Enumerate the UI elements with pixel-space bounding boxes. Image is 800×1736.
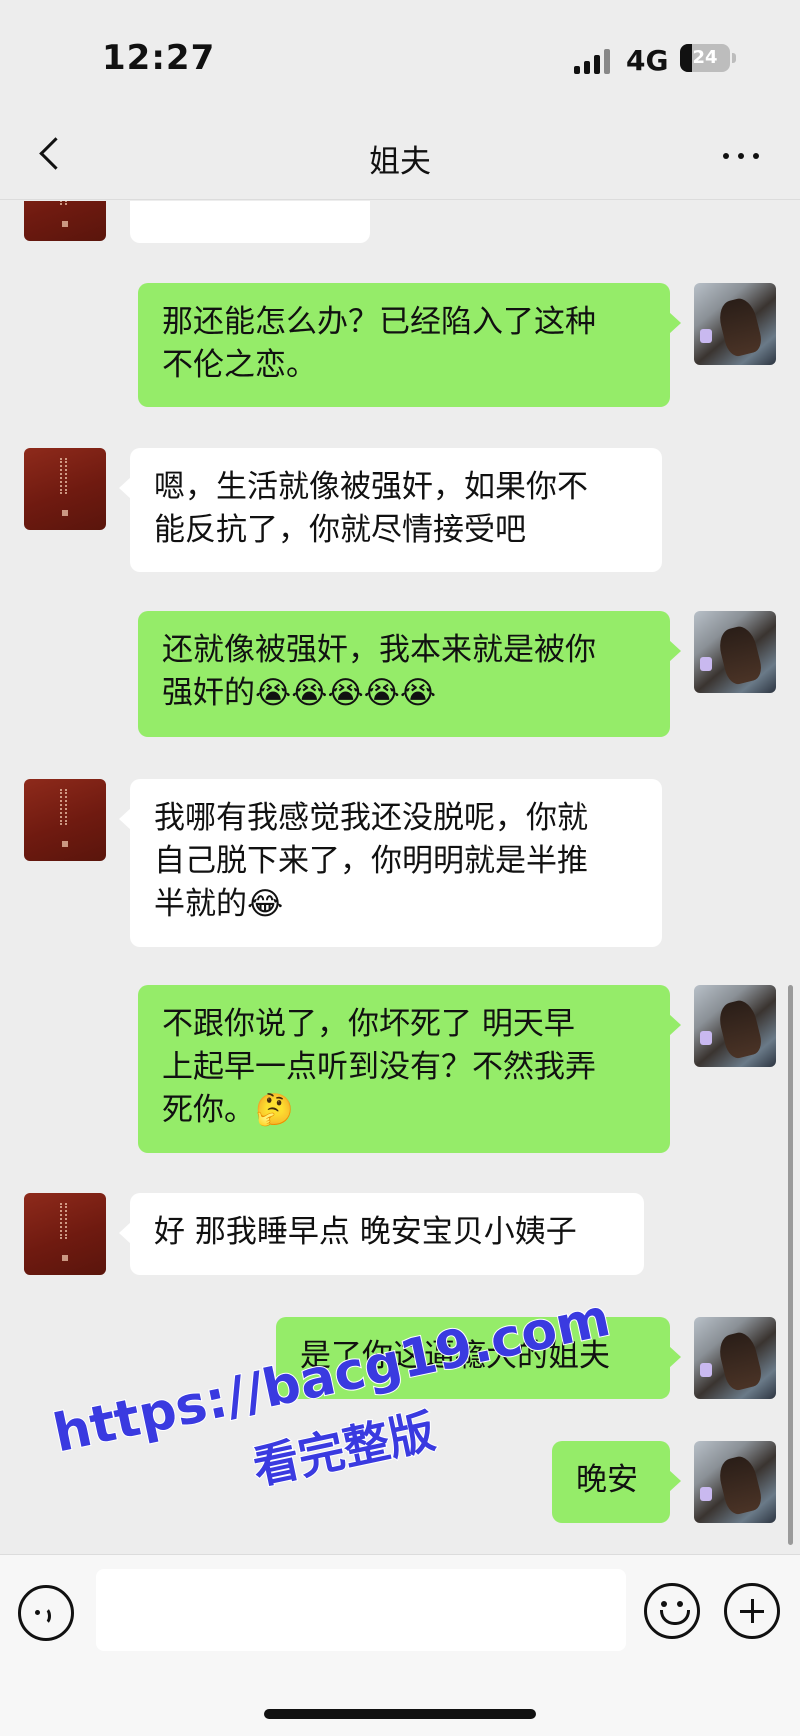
plus-icon[interactable] xyxy=(724,1583,780,1639)
incoming-message[interactable]: 我哪有我感觉我还没脱呢，你就 自己脱下来了，你明明就是半推 半就的😂 xyxy=(119,779,662,947)
incoming-message[interactable]: 嘻嘻，是吗？ xyxy=(130,201,370,243)
voice-icon[interactable] xyxy=(18,1585,74,1641)
contact-avatar[interactable] xyxy=(24,448,106,530)
incoming-message[interactable]: 好 那我睡早点 晚安宝贝小姨子 xyxy=(119,1193,644,1275)
incoming-message[interactable]: 嗯，生活就像被强奸，如果你不 能反抗了，你就尽情接受吧 xyxy=(119,448,662,572)
status-bar: 12:27 4G 24 xyxy=(0,0,800,110)
my-avatar[interactable] xyxy=(694,611,776,693)
signal-icon xyxy=(574,48,614,74)
contact-avatar[interactable] xyxy=(24,779,106,861)
my-avatar[interactable] xyxy=(694,1441,776,1523)
contact-avatar[interactable] xyxy=(24,201,106,241)
outgoing-message[interactable]: 不跟你说了，你坏死了 明天早 上起早一点听到没有？不然我弄 死你。🤔 xyxy=(138,985,681,1153)
outgoing-message[interactable]: 晚安 xyxy=(552,1441,681,1523)
input-bar xyxy=(0,1554,800,1736)
battery-level: 24 xyxy=(692,47,718,68)
nav-bar: 姐夫 xyxy=(0,110,800,200)
chat-area[interactable]: 嘻嘻，是吗？ 那还能怎么办？已经陷入了这种 不伦之恋。 嗯，生活就像被强奸，如果… xyxy=(0,201,800,1553)
my-avatar[interactable] xyxy=(694,1317,776,1399)
emoji-icon[interactable] xyxy=(644,1583,700,1639)
message-input[interactable] xyxy=(96,1569,626,1651)
my-avatar[interactable] xyxy=(694,283,776,365)
more-button[interactable] xyxy=(716,130,766,180)
outgoing-message[interactable]: 是了你这逼瘾大的姐夫 xyxy=(276,1317,681,1399)
chat-title: 姐夫 xyxy=(369,144,431,180)
battery-icon: 24 xyxy=(680,44,730,72)
outgoing-message[interactable]: 那还能怎么办？已经陷入了这种 不伦之恋。 xyxy=(138,283,681,407)
chat-scrollbar[interactable] xyxy=(788,985,793,1545)
status-time: 12:27 xyxy=(102,38,216,78)
my-avatar[interactable] xyxy=(694,985,776,1067)
outgoing-message[interactable]: 还就像被强奸，我本来就是被你 强奸的😭😭😭😭😭 xyxy=(138,611,681,737)
contact-avatar[interactable] xyxy=(24,1193,106,1275)
home-indicator xyxy=(264,1709,536,1719)
network-label: 4G xyxy=(626,44,669,77)
battery-cap xyxy=(732,53,736,63)
